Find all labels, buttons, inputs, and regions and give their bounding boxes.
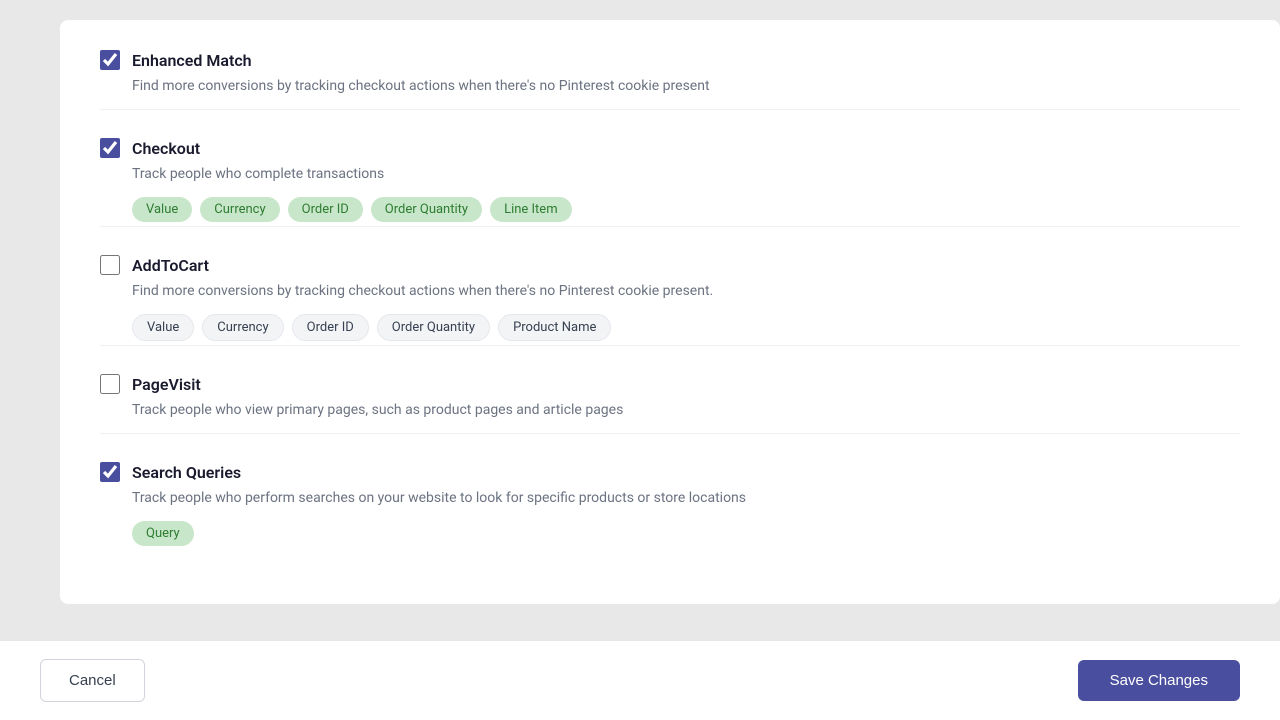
tags-row-add-to-cart: Value Currency Order ID Order Quantity Produ… <box>132 314 1240 341</box>
section-search-queries: Search Queries Track people who perform s… <box>100 462 1240 546</box>
section-description-search-queries: Track people who perform searches on you… <box>132 488 1240 509</box>
checkbox-add-to-cart[interactable] <box>100 255 120 275</box>
tag-order-quantity: Order Quantity <box>377 314 490 341</box>
section-divider <box>100 345 1240 346</box>
section-divider <box>100 109 1240 110</box>
section-checkout: Checkout Track people who complete transa… <box>100 138 1240 227</box>
checkbox-wrapper-search-queries <box>100 462 120 482</box>
tag-currency: Currency <box>202 314 283 341</box>
tag-order-id: Order ID <box>288 197 363 222</box>
section-page-visit: PageVisit Track people who view primary p… <box>100 374 1240 434</box>
section-header-checkout: Checkout <box>100 138 1240 158</box>
section-description-enhanced-match: Find more conversions by tracking checko… <box>132 76 1240 97</box>
tags-row-checkout: Value Currency Order ID Order Quantity Line … <box>132 197 1240 222</box>
checkbox-enhanced-match[interactable] <box>100 50 120 70</box>
tag-product-name: Product Name <box>498 314 611 341</box>
section-description-add-to-cart: Find more conversions by tracking checko… <box>132 281 1240 302</box>
main-card: Enhanced Match Find more conversions by t… <box>60 20 1280 604</box>
tag-query: Query <box>132 521 194 546</box>
section-title-search-queries: Search Queries <box>132 463 241 482</box>
section-description-page-visit: Track people who view primary pages, suc… <box>132 400 1240 421</box>
section-header-add-to-cart: AddToCart <box>100 255 1240 275</box>
save-changes-button[interactable]: Save Changes <box>1078 660 1240 701</box>
checkbox-wrapper-checkout <box>100 138 120 158</box>
section-title-enhanced-match: Enhanced Match <box>132 51 252 70</box>
section-title-add-to-cart: AddToCart <box>132 256 209 275</box>
section-title-checkout: Checkout <box>132 139 200 158</box>
section-header-search-queries: Search Queries <box>100 462 1240 482</box>
tag-order-quantity: Order Quantity <box>371 197 482 222</box>
section-enhanced-match: Enhanced Match Find more conversions by t… <box>100 50 1240 110</box>
cancel-button[interactable]: Cancel <box>40 659 145 702</box>
footer: Cancel Save Changes <box>0 640 1280 720</box>
section-divider <box>100 226 1240 227</box>
checkbox-checkout[interactable] <box>100 138 120 158</box>
section-description-checkout: Track people who complete transactions <box>132 164 1240 185</box>
tags-row-search-queries: Query <box>132 521 1240 546</box>
checkbox-wrapper-enhanced-match <box>100 50 120 70</box>
checkbox-page-visit[interactable] <box>100 374 120 394</box>
section-add-to-cart: AddToCart Find more conversions by tracki… <box>100 255 1240 346</box>
checkbox-wrapper-add-to-cart <box>100 255 120 275</box>
tag-value: Value <box>132 314 194 341</box>
checkbox-search-queries[interactable] <box>100 462 120 482</box>
section-title-page-visit: PageVisit <box>132 375 201 394</box>
section-header-page-visit: PageVisit <box>100 374 1240 394</box>
checkbox-wrapper-page-visit <box>100 374 120 394</box>
tag-order-id: Order ID <box>292 314 369 341</box>
tag-line-item: Line Item <box>490 197 572 222</box>
section-header-enhanced-match: Enhanced Match <box>100 50 1240 70</box>
section-divider <box>100 433 1240 434</box>
tag-currency: Currency <box>200 197 279 222</box>
tag-value: Value <box>132 197 192 222</box>
